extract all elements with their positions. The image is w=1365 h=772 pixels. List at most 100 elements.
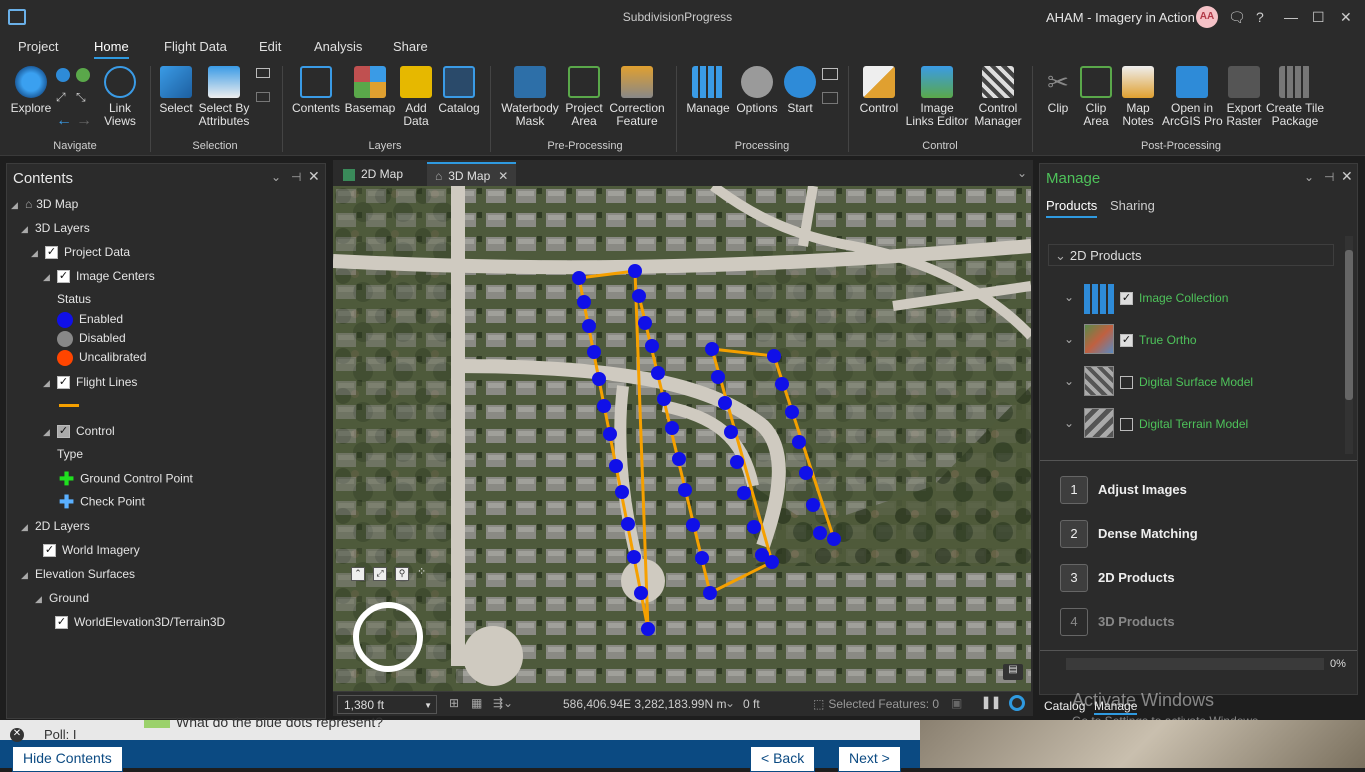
create-tile-package-button[interactable]: Create Tile Package: [1264, 66, 1326, 128]
checkbox[interactable]: ✓: [57, 270, 70, 284]
waterbody-mask-button[interactable]: Waterbody Mask: [498, 66, 562, 128]
project-area-button[interactable]: Project Area: [562, 66, 606, 128]
walk-icon[interactable]: ⚲: [395, 567, 409, 581]
fixed-zoom-icon[interactable]: ⤡: [76, 90, 86, 105]
clip-area-button[interactable]: Clip Area: [1076, 66, 1116, 128]
tab-list-icon[interactable]: ⌄: [1017, 166, 1027, 180]
add-data-button[interactable]: Add Data: [398, 66, 434, 128]
products-scrollbar[interactable]: [1345, 236, 1353, 454]
checkbox[interactable]: ✓: [1120, 292, 1133, 306]
checkbox[interactable]: ✓: [45, 246, 58, 260]
tree-item-2d-layers[interactable]: ◢ 2D Layers: [21, 519, 90, 533]
chevron-down-icon[interactable]: ⌄: [1064, 332, 1074, 346]
scale-dropdown[interactable]: 1,380 ft ▼: [337, 695, 437, 714]
clear-selection-icon[interactable]: [256, 92, 270, 102]
user-name[interactable]: AHAM - Imagery in Action: [1046, 10, 1195, 25]
tree-item-project-data[interactable]: ◢ ✓ Project Data: [31, 245, 130, 260]
tab-sharing[interactable]: Sharing: [1110, 198, 1155, 213]
close-icon[interactable]: ✕: [1340, 9, 1352, 26]
tree-item-terrain[interactable]: ✓ WorldElevation3D/Terrain3D: [55, 615, 225, 630]
start-button[interactable]: Start: [782, 66, 818, 115]
refresh-icon[interactable]: ▣: [951, 696, 962, 710]
tab-flight-data[interactable]: Flight Data: [164, 39, 227, 54]
step-adjust-images[interactable]: Adjust Images: [1098, 482, 1187, 497]
tab-3d-map[interactable]: ⌂ 3D Map ✕: [427, 162, 517, 186]
globe-3d-icon[interactable]: [76, 68, 90, 82]
map-canvas[interactable]: ⌃ ⤢ ⚲ ⁘ ▤: [333, 186, 1031, 691]
navigator-compass-icon[interactable]: [353, 602, 423, 672]
processing-log-icon[interactable]: [822, 68, 838, 80]
full-extent-map-icon[interactable]: ⤢: [373, 567, 387, 581]
forward-icon[interactable]: →: [76, 112, 92, 130]
checkbox[interactable]: ✓: [1120, 334, 1133, 348]
notification-icon[interactable]: 🗨: [1228, 9, 1246, 26]
clip-button[interactable]: ✂ Clip: [1040, 66, 1076, 115]
checkbox[interactable]: ✓: [55, 616, 68, 630]
tab-share[interactable]: Share: [393, 39, 428, 54]
basemap-button[interactable]: Basemap: [344, 66, 396, 115]
export-raster-button[interactable]: Export Raster: [1222, 66, 1266, 128]
globe-icon[interactable]: [56, 68, 70, 82]
tree-item-control[interactable]: ◢ ✓ Control: [43, 424, 115, 439]
snapping-icon[interactable]: ⊞: [449, 696, 459, 710]
back-icon[interactable]: ←: [56, 112, 72, 130]
maximize-icon[interactable]: ☐: [1312, 9, 1325, 26]
pane-options-icon[interactable]: ⌄: [271, 170, 281, 184]
avatar[interactable]: AA: [1196, 6, 1218, 28]
tab-analysis[interactable]: Analysis: [314, 39, 362, 54]
help-icon[interactable]: ?: [1256, 9, 1264, 25]
chevron-down-icon[interactable]: ⌄: [1064, 416, 1074, 430]
contents-button[interactable]: Contents: [290, 66, 342, 115]
minimize-icon[interactable]: —: [1284, 9, 1298, 25]
map-notes-button[interactable]: Map Notes: [1118, 66, 1158, 128]
tree-item-image-centers[interactable]: ◢ ✓ Image Centers: [43, 269, 155, 284]
navigator-options-icon[interactable]: ⁘: [417, 565, 426, 578]
navigate-small-tools[interactable]: ⤢ ⤡ ← →: [56, 68, 96, 130]
tree-item-3d-layers[interactable]: ◢ 3D Layers: [21, 221, 90, 235]
tilt-up-icon[interactable]: ⌃: [351, 567, 365, 581]
control-button[interactable]: Control: [856, 66, 902, 115]
link-views-button[interactable]: Link Views: [100, 66, 140, 128]
open-in-arcgis-pro-button[interactable]: Open in ArcGIS Pro: [1162, 66, 1223, 128]
image-links-editor-button[interactable]: Image Links Editor: [904, 66, 970, 128]
options-button[interactable]: Options: [734, 66, 780, 115]
constraints-icon[interactable]: ⇶⌄: [493, 696, 513, 710]
close-pane-icon[interactable]: ✕: [308, 168, 320, 185]
close-tab-icon[interactable]: ✕: [498, 169, 508, 183]
back-button[interactable]: < Back: [750, 746, 816, 772]
tree-item-world-imagery[interactable]: ✓ World Imagery: [43, 543, 140, 558]
checkbox[interactable]: [1120, 418, 1133, 432]
select-button[interactable]: Select: [156, 66, 196, 115]
checkbox[interactable]: ✓: [57, 425, 70, 439]
attribute-table-icon[interactable]: [256, 68, 270, 78]
close-pane-icon[interactable]: ✕: [1341, 168, 1353, 185]
pane-options-icon[interactable]: ⌄: [1304, 170, 1314, 184]
step-dense-matching[interactable]: Dense Matching: [1098, 526, 1198, 541]
step-3d-products[interactable]: 3D Products: [1098, 614, 1175, 629]
checkbox[interactable]: ✓: [57, 376, 70, 390]
catalog-button[interactable]: Catalog: [436, 66, 482, 115]
tab-products[interactable]: Products: [1046, 198, 1098, 218]
section-2d-products[interactable]: ⌄ 2D Products: [1048, 244, 1334, 266]
pin-icon[interactable]: ⊣: [291, 170, 301, 184]
pin-icon[interactable]: ⊣: [1324, 170, 1334, 184]
tab-project[interactable]: Project: [18, 39, 58, 54]
coordinate-format-dropdown-icon[interactable]: ⌄: [725, 696, 735, 710]
tab-2d-map[interactable]: 2D Map: [335, 162, 411, 186]
correction-feature-button[interactable]: Correction Feature: [606, 66, 668, 128]
product-dsm[interactable]: Digital Surface Model: [1120, 375, 1253, 390]
map-overview-icon[interactable]: ▤: [1003, 664, 1023, 680]
selected-features[interactable]: ⬚ Selected Features: 0: [813, 697, 939, 711]
tree-item-ground[interactable]: ◢ Ground: [35, 591, 89, 605]
product-dtm[interactable]: Digital Terrain Model: [1120, 417, 1248, 432]
checkbox[interactable]: ✓: [43, 544, 56, 558]
tab-home[interactable]: Home: [94, 39, 129, 59]
processing-report-icon[interactable]: [822, 92, 838, 104]
tree-item-flight-lines[interactable]: ◢ ✓ Flight Lines: [43, 375, 137, 390]
manage-button[interactable]: Manage: [684, 66, 732, 115]
chevron-down-icon[interactable]: ⌄: [1064, 374, 1074, 388]
grid-icon[interactable]: ▦: [471, 696, 482, 710]
chevron-down-icon[interactable]: ⌄: [1064, 290, 1074, 304]
next-button[interactable]: Next >: [838, 746, 901, 772]
control-manager-button[interactable]: Control Manager: [972, 66, 1024, 128]
